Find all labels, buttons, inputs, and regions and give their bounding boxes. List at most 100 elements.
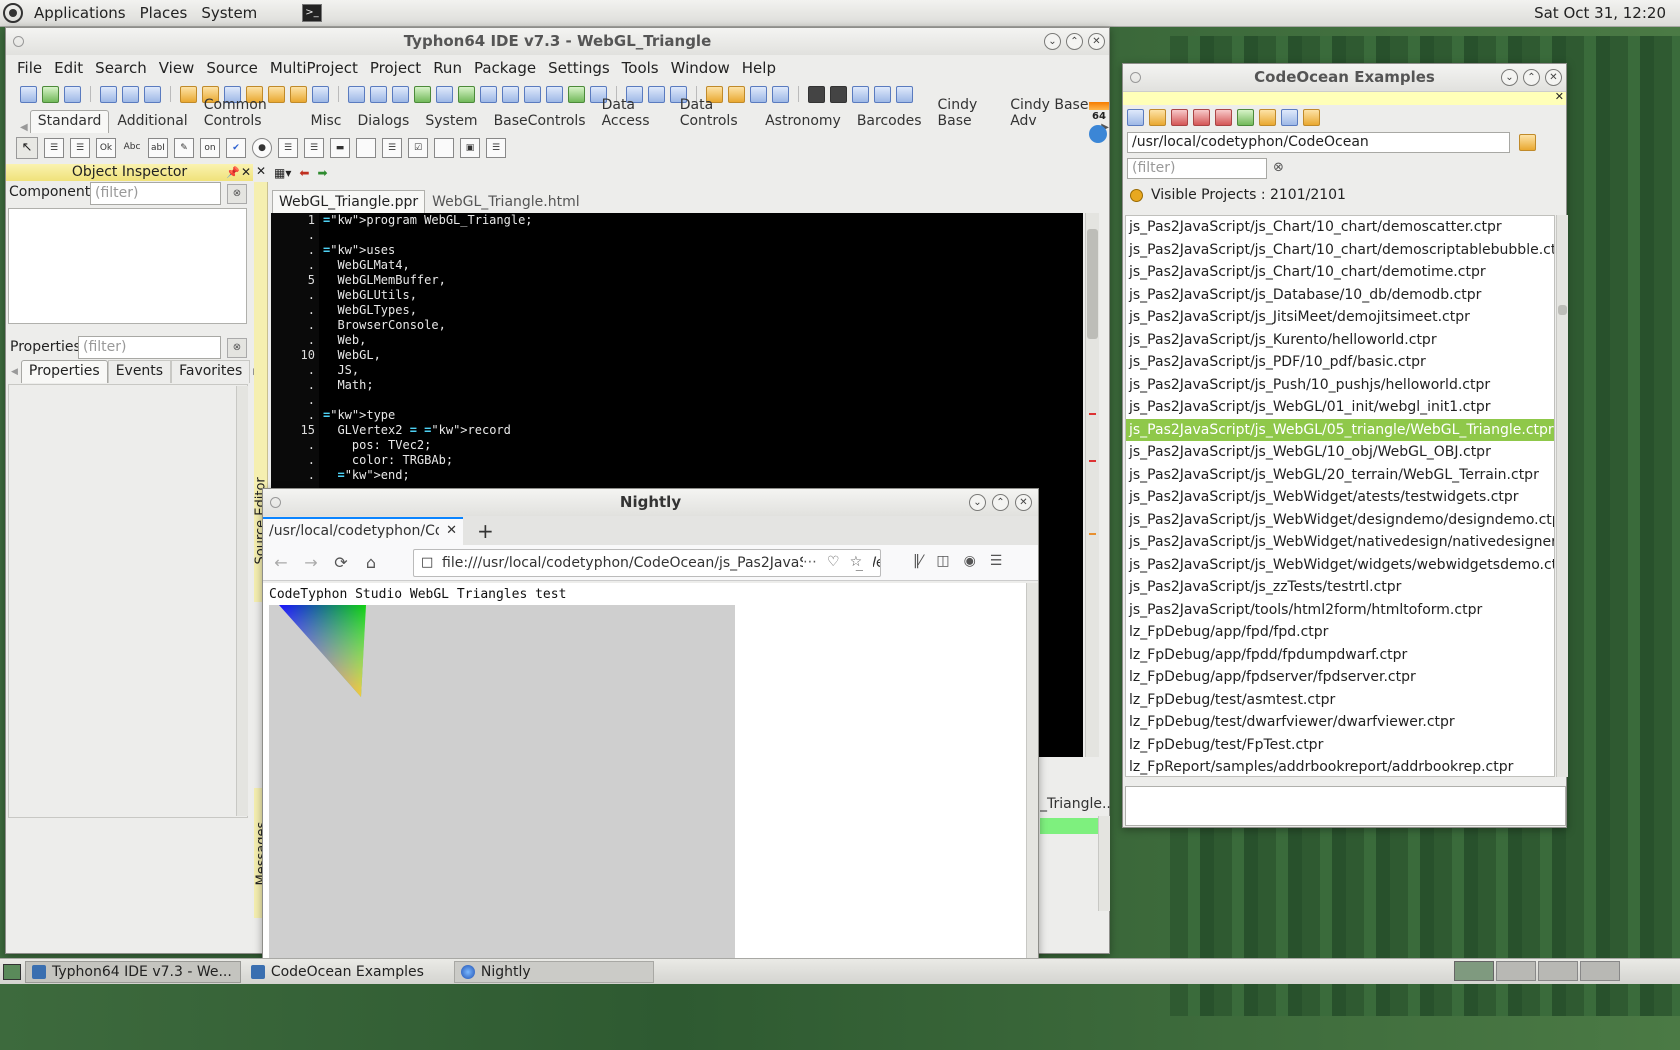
- tab-common-controls[interactable]: Common Controls: [196, 94, 303, 133]
- page-info-icon[interactable]: □: [421, 550, 433, 576]
- toggle-form-icon[interactable]: [392, 85, 409, 103]
- files-icon[interactable]: [524, 85, 541, 103]
- clear-filter-icon[interactable]: ⊗: [1273, 160, 1284, 175]
- project-list-item[interactable]: lz_FpDebug/test/dwarfviewer/dwarfviewer.…: [1126, 711, 1554, 734]
- close-icon[interactable]: ✕: [1088, 33, 1105, 50]
- project-list-item[interactable]: js_Pas2JavaScript/js_Push/10_pushjs/hell…: [1126, 374, 1554, 397]
- menu-settings[interactable]: Settings: [543, 59, 617, 77]
- project-list-scrollbar-thumb[interactable]: [1558, 305, 1567, 315]
- tab-dialogs[interactable]: Dialogs: [349, 110, 417, 133]
- deploy-icon[interactable]: [568, 85, 585, 103]
- project-list-item[interactable]: lz_FpReport/samples/addrbookreport/addrb…: [1126, 756, 1554, 776]
- editor-scrollbar[interactable]: [1085, 213, 1099, 757]
- project-list-item[interactable]: lz_FpDebug/app/fpdd/fpdumpdwarf.ctpr: [1126, 644, 1554, 667]
- menu-system[interactable]: System: [194, 4, 264, 22]
- browse-folder-icon[interactable]: [1519, 134, 1536, 151]
- inspector-icon[interactable]: [414, 85, 431, 103]
- project-list-item[interactable]: js_Pas2JavaScript/js_WebGL/10_obj/WebGL_…: [1126, 441, 1554, 464]
- page-actions-icon[interactable]: ⋯: [803, 554, 817, 570]
- panel-component-icon[interactable]: [434, 138, 454, 158]
- run-params-icon[interactable]: [772, 85, 789, 103]
- code-explorer-icon[interactable]: [436, 85, 453, 103]
- palette-scroll-left-icon[interactable]: ◀: [20, 122, 28, 133]
- project-list-item[interactable]: js_Pas2JavaScript/js_WebGL/01_init/webgl…: [1126, 396, 1554, 419]
- combobox-component-icon[interactable]: ☰: [304, 138, 324, 158]
- menu-source[interactable]: Source: [201, 59, 265, 77]
- palette-download-icon[interactable]: [1089, 125, 1107, 143]
- taskbar-item-codeocean[interactable]: CodeOcean Examples: [245, 961, 432, 983]
- taskbar-item-nightly[interactable]: Nightly: [453, 960, 654, 983]
- properties-grid[interactable]: [8, 384, 248, 818]
- menu-edit[interactable]: Edit: [49, 59, 90, 77]
- tab-data-access[interactable]: Data Access: [594, 94, 672, 133]
- properties-filter-input[interactable]: (filter): [78, 336, 221, 359]
- pin-icon[interactable]: 📌: [226, 164, 240, 181]
- project-list-item[interactable]: js_Pas2JavaScript/js_Chart/10_chart/demo…: [1126, 261, 1554, 284]
- projects-filter-input[interactable]: (filter): [1127, 158, 1267, 179]
- tab-additional[interactable]: Additional: [109, 110, 195, 133]
- tab-close-icon[interactable]: ✕: [446, 523, 457, 538]
- menu-applications[interactable]: Applications: [27, 4, 133, 22]
- components-filter-input[interactable]: (filter): [90, 182, 221, 205]
- view-units-icon[interactable]: [348, 85, 365, 103]
- project-list-item[interactable]: js_Pas2JavaScript/js_WebGL/20_terrain/We…: [1126, 464, 1554, 487]
- reload-icon[interactable]: ⟳: [329, 553, 353, 572]
- project-list-item[interactable]: js_Pas2JavaScript/js_Chart/10_chart/demo…: [1126, 216, 1554, 239]
- selection-pointer-icon[interactable]: ↖: [16, 137, 38, 159]
- step-over-icon[interactable]: [874, 85, 891, 103]
- refresh-icon[interactable]: [1127, 109, 1144, 126]
- workspace-1[interactable]: [1454, 961, 1494, 981]
- editor-icon[interactable]: [502, 85, 519, 103]
- step-out-icon[interactable]: [896, 85, 913, 103]
- properties-scrollbar[interactable]: [236, 386, 248, 816]
- terminal-launcher-icon[interactable]: >_: [302, 4, 323, 22]
- checkgroup-component-icon[interactable]: ☑: [408, 138, 428, 158]
- browser-tab[interactable]: /usr/local/codetyphon/CodeOcean ✕: [263, 517, 463, 545]
- home-icon[interactable]: ⌂: [359, 553, 383, 572]
- object-inspector-titlebar[interactable]: Object Inspector 📌 ✕: [6, 164, 253, 181]
- messages-scrollbar[interactable]: [1098, 816, 1110, 911]
- toggle-component-icon[interactable]: on: [200, 138, 220, 158]
- tab-astronomy[interactable]: Astronomy: [757, 110, 849, 133]
- nightly-titlebar[interactable]: Nightly ⌄ ⌃ ✕: [263, 489, 1038, 516]
- codeocean-titlebar[interactable]: CodeOcean Examples ⌄ ⌃ ✕: [1123, 64, 1566, 91]
- project-list-item[interactable]: js_Pas2JavaScript/js_zzTests/testrtl.ctp…: [1126, 576, 1554, 599]
- project-list-item[interactable]: js_Pas2JavaScript/js_Kurento/helloworld.…: [1126, 329, 1554, 352]
- new-file-icon[interactable]: [20, 85, 37, 103]
- messages-icon[interactable]: [458, 85, 475, 103]
- editor-scrollbar-thumb[interactable]: [1087, 229, 1098, 339]
- menu-window[interactable]: Window: [666, 59, 737, 77]
- menu-search[interactable]: Search: [90, 59, 154, 77]
- tab-system[interactable]: System: [417, 110, 485, 133]
- project-list-item[interactable]: js_Pas2JavaScript/js_WebWidget/designdem…: [1126, 509, 1554, 532]
- clear-filter-icon[interactable]: ⊗: [227, 184, 247, 204]
- tab-favorites[interactable]: Favorites: [171, 360, 251, 383]
- account-icon[interactable]: ◉: [964, 553, 976, 569]
- project-list-item[interactable]: js_Pas2JavaScript/js_Database/10_db/demo…: [1126, 284, 1554, 307]
- radiogroup-component-icon[interactable]: ☰: [382, 138, 402, 158]
- button-component-icon[interactable]: Ok: [96, 138, 116, 158]
- popupmenu-component-icon[interactable]: ☰: [70, 138, 90, 158]
- maximize-icon[interactable]: ⌃: [1066, 33, 1083, 50]
- project-list-item[interactable]: js_Pas2JavaScript/js_WebWidget/nativedes…: [1126, 531, 1554, 554]
- view-forms-icon[interactable]: [370, 85, 387, 103]
- mainmenu-component-icon[interactable]: ☰: [44, 138, 64, 158]
- webgl-canvas[interactable]: [269, 605, 735, 965]
- clean-icon[interactable]: [1215, 109, 1232, 126]
- project-list-item[interactable]: js_Pas2JavaScript/js_Chart/10_chart/demo…: [1126, 239, 1554, 262]
- tab-events[interactable]: Events: [107, 360, 172, 383]
- project-list-item[interactable]: js_Pas2JavaScript/js_PDF/10_pdf/basic.ct…: [1126, 351, 1554, 374]
- new-form-icon[interactable]: [42, 85, 59, 103]
- browser-scrollbar[interactable]: [1026, 583, 1038, 959]
- step-into-icon[interactable]: [852, 85, 869, 103]
- clear-properties-filter-icon[interactable]: ⊗: [227, 338, 247, 358]
- back-icon[interactable]: ←: [269, 553, 293, 572]
- save-icon[interactable]: [64, 85, 81, 103]
- hamburger-menu-icon[interactable]: ☰: [990, 553, 1003, 569]
- memo-component-icon[interactable]: ✎: [174, 138, 194, 158]
- jump-list-icon[interactable]: ▦▾: [274, 166, 291, 180]
- scrollbar-component-icon[interactable]: ▬: [330, 138, 350, 158]
- tab-cindy-base[interactable]: Cindy Base: [930, 94, 1003, 133]
- minimize-icon[interactable]: ⌄: [969, 494, 986, 511]
- project-list-scrollbar[interactable]: [1556, 215, 1568, 777]
